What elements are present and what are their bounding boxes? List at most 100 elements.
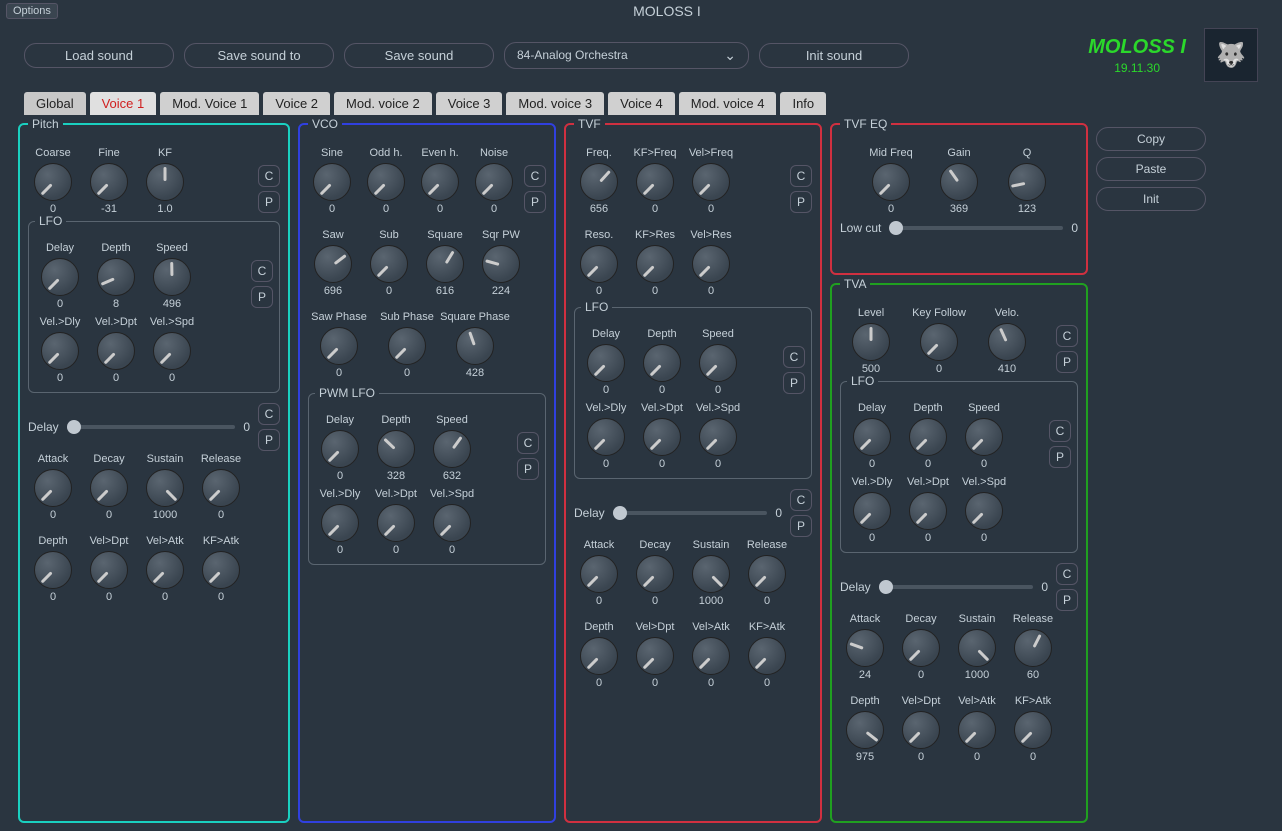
knob-dial[interactable]: [377, 430, 415, 468]
knob-dial[interactable]: [1014, 629, 1052, 667]
p-button[interactable]: P: [1049, 446, 1071, 468]
knob-dial[interactable]: [872, 163, 910, 201]
c-button[interactable]: C: [790, 165, 812, 187]
knob-dial[interactable]: [456, 327, 494, 365]
tab-voice-1[interactable]: Voice 1: [90, 92, 157, 115]
knob-dial[interactable]: [692, 245, 730, 283]
tvf-delay-slider[interactable]: [613, 511, 768, 515]
knob-dial[interactable]: [321, 504, 359, 542]
knob-dial[interactable]: [314, 245, 352, 283]
knob-dial[interactable]: [692, 637, 730, 675]
c-button[interactable]: C: [258, 403, 280, 425]
knob-dial[interactable]: [965, 492, 1003, 530]
knob-dial[interactable]: [388, 327, 426, 365]
knob-dial[interactable]: [902, 711, 940, 749]
knob-dial[interactable]: [958, 629, 996, 667]
knob-dial[interactable]: [643, 344, 681, 382]
knob-dial[interactable]: [958, 711, 996, 749]
knob-dial[interactable]: [587, 344, 625, 382]
knob-dial[interactable]: [482, 245, 520, 283]
init-button[interactable]: Init: [1096, 187, 1206, 211]
knob-dial[interactable]: [146, 163, 184, 201]
p-button[interactable]: P: [251, 286, 273, 308]
save-sound-button[interactable]: Save sound: [344, 43, 494, 68]
knob-dial[interactable]: [909, 418, 947, 456]
knob-dial[interactable]: [97, 332, 135, 370]
p-button[interactable]: P: [790, 191, 812, 213]
knob-dial[interactable]: [146, 469, 184, 507]
pitch-delay-slider[interactable]: [67, 425, 236, 429]
copy-button[interactable]: Copy: [1096, 127, 1206, 151]
knob-dial[interactable]: [580, 163, 618, 201]
knob-dial[interactable]: [909, 492, 947, 530]
knob-dial[interactable]: [965, 418, 1003, 456]
knob-dial[interactable]: [1014, 711, 1052, 749]
knob-dial[interactable]: [846, 711, 884, 749]
knob-dial[interactable]: [853, 418, 891, 456]
options-button[interactable]: Options: [6, 3, 58, 19]
c-button[interactable]: C: [1049, 420, 1071, 442]
tab-mod-voice-2[interactable]: Mod. voice 2: [334, 92, 432, 115]
knob-dial[interactable]: [580, 555, 618, 593]
c-button[interactable]: C: [1056, 563, 1078, 585]
knob-dial[interactable]: [846, 629, 884, 667]
knob-dial[interactable]: [313, 163, 351, 201]
knob-dial[interactable]: [202, 551, 240, 589]
knob-dial[interactable]: [320, 327, 358, 365]
knob-dial[interactable]: [426, 245, 464, 283]
knob-dial[interactable]: [940, 163, 978, 201]
knob-dial[interactable]: [636, 163, 674, 201]
knob-dial[interactable]: [34, 551, 72, 589]
c-button[interactable]: C: [1056, 325, 1078, 347]
knob-dial[interactable]: [636, 555, 674, 593]
p-button[interactable]: P: [1056, 589, 1078, 611]
knob-dial[interactable]: [34, 163, 72, 201]
tab-global[interactable]: Global: [24, 92, 86, 115]
knob-dial[interactable]: [41, 258, 79, 296]
c-button[interactable]: C: [783, 346, 805, 368]
tab-voice-4[interactable]: Voice 4: [608, 92, 675, 115]
knob-dial[interactable]: [377, 504, 415, 542]
knob-dial[interactable]: [853, 492, 891, 530]
c-button[interactable]: C: [258, 165, 280, 187]
c-button[interactable]: C: [524, 165, 546, 187]
load-sound-button[interactable]: Load sound: [24, 43, 174, 68]
knob-dial[interactable]: [699, 344, 737, 382]
knob-dial[interactable]: [90, 551, 128, 589]
knob-dial[interactable]: [433, 430, 471, 468]
tab-mod-voice-4[interactable]: Mod. voice 4: [679, 92, 777, 115]
knob-dial[interactable]: [699, 418, 737, 456]
paste-button[interactable]: Paste: [1096, 157, 1206, 181]
p-button[interactable]: P: [790, 515, 812, 537]
p-button[interactable]: P: [258, 429, 280, 451]
knob-dial[interactable]: [692, 555, 730, 593]
knob-dial[interactable]: [692, 163, 730, 201]
knob-dial[interactable]: [41, 332, 79, 370]
knob-dial[interactable]: [370, 245, 408, 283]
knob-dial[interactable]: [748, 637, 786, 675]
tab-info[interactable]: Info: [780, 92, 826, 115]
init-sound-button[interactable]: Init sound: [759, 43, 909, 68]
knob-dial[interactable]: [636, 245, 674, 283]
knob-dial[interactable]: [1008, 163, 1046, 201]
tva-delay-slider[interactable]: [879, 585, 1034, 589]
knob-dial[interactable]: [146, 551, 184, 589]
knob-dial[interactable]: [153, 258, 191, 296]
knob-dial[interactable]: [97, 258, 135, 296]
knob-dial[interactable]: [34, 469, 72, 507]
tab-voice-3[interactable]: Voice 3: [436, 92, 503, 115]
c-button[interactable]: C: [790, 489, 812, 511]
knob-dial[interactable]: [90, 163, 128, 201]
knob-dial[interactable]: [852, 323, 890, 361]
p-button[interactable]: P: [1056, 351, 1078, 373]
knob-dial[interactable]: [321, 430, 359, 468]
knob-dial[interactable]: [90, 469, 128, 507]
knob-dial[interactable]: [636, 637, 674, 675]
knob-dial[interactable]: [475, 163, 513, 201]
knob-dial[interactable]: [587, 418, 625, 456]
lowcut-slider[interactable]: [889, 226, 1063, 230]
knob-dial[interactable]: [433, 504, 471, 542]
preset-dropdown[interactable]: 84-Analog Orchestra ⌄: [504, 42, 749, 69]
knob-dial[interactable]: [153, 332, 191, 370]
save-sound-to-button[interactable]: Save sound to: [184, 43, 334, 68]
